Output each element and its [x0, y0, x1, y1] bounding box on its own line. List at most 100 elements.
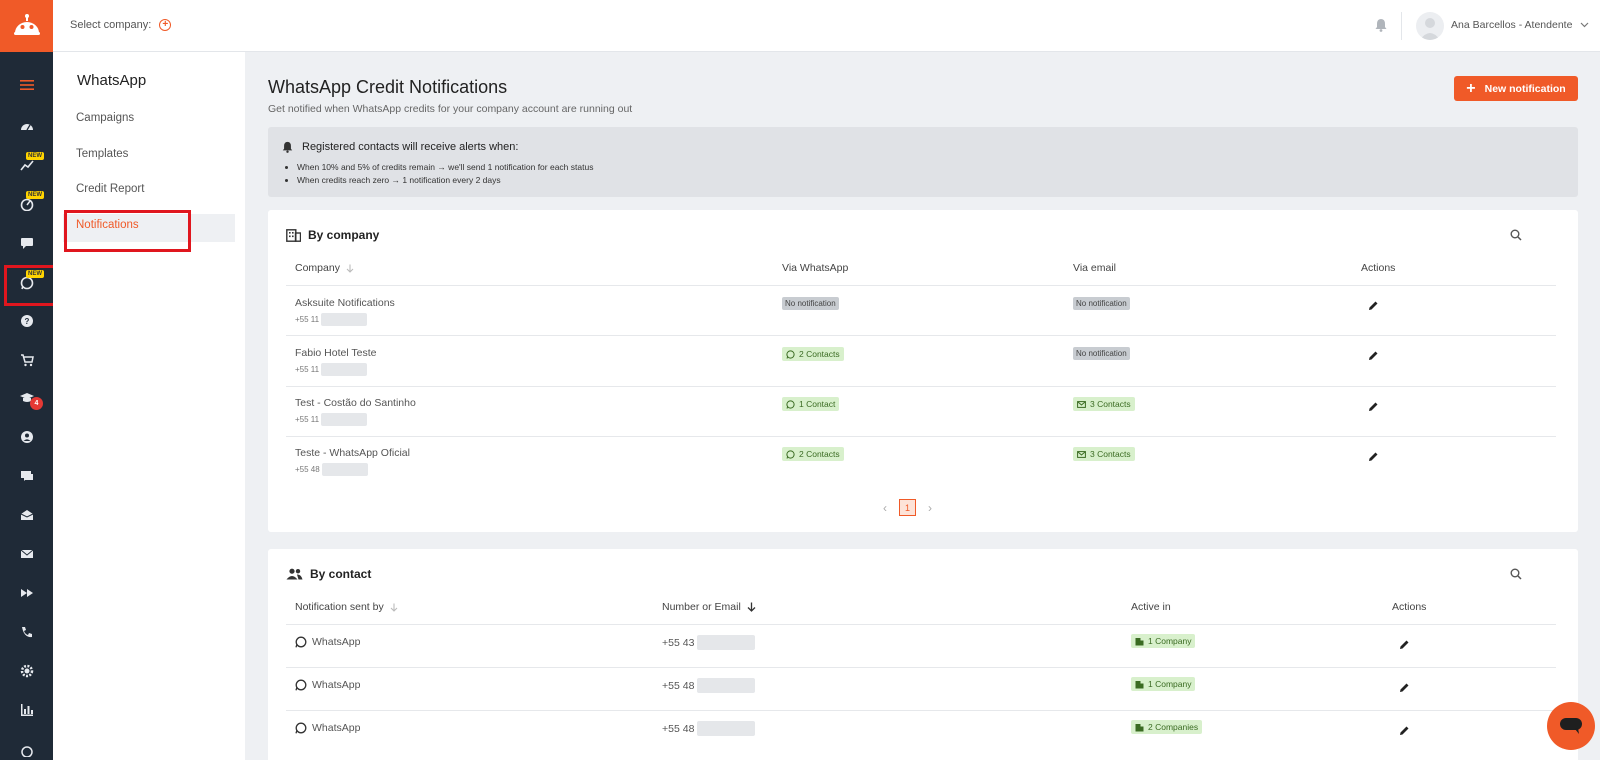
edit-icon[interactable] [1368, 300, 1379, 311]
nav-campaigns[interactable]: Campaigns [76, 112, 134, 124]
sort-arrow-icon[interactable] [747, 602, 756, 612]
column-number-or-email-label: Number or Email [662, 601, 741, 613]
chevron-down-icon[interactable] [1580, 20, 1589, 29]
next-page-icon[interactable]: › [928, 501, 932, 515]
redacted-number [321, 313, 368, 326]
redacted-number [697, 721, 756, 736]
mail-icon [1077, 450, 1086, 458]
reports-icon[interactable] [0, 695, 53, 725]
edit-icon[interactable] [1399, 639, 1410, 650]
edit-icon[interactable] [1399, 682, 1410, 693]
sent-by-label: WhatsApp [312, 722, 361, 734]
company-name: Teste - WhatsApp Oficial [295, 447, 410, 459]
whatsapp-icon [295, 679, 307, 691]
column-via-email: Via email [1073, 262, 1116, 274]
new-badge: NEW [26, 152, 44, 160]
dashboard-icon[interactable] [0, 111, 53, 141]
company-phone: +55 11 [295, 313, 368, 326]
chat-icon[interactable] [0, 461, 53, 491]
section-title: WhatsApp [77, 72, 147, 89]
help-icon[interactable]: ? [0, 306, 53, 336]
whatsapp-icon [786, 449, 795, 459]
new-notification-button[interactable]: + New notification [1454, 76, 1578, 101]
page-subtitle: Get notified when WhatsApp credits for y… [268, 103, 633, 115]
email-contacts-tag: 3 Contacts [1073, 397, 1135, 411]
info-alert: Registered contacts will receive alerts … [268, 127, 1578, 197]
prev-page-icon[interactable]: ‹ [883, 501, 887, 515]
avatar[interactable] [1416, 12, 1444, 40]
menu-toggle-icon[interactable] [0, 70, 53, 100]
by-contact-title: By contact [310, 567, 372, 581]
svg-text:?: ? [24, 317, 29, 326]
bell-icon[interactable] [1375, 18, 1387, 32]
email-contacts-label: 3 Contacts [1090, 399, 1131, 409]
plus-icon: + [1466, 79, 1476, 97]
redacted-number [321, 363, 368, 376]
company-name: Asksuite Notifications [295, 297, 395, 309]
column-actions: Actions [1392, 601, 1427, 613]
fast-forward-icon[interactable] [0, 578, 53, 608]
search-icon[interactable] [1510, 568, 1522, 580]
analytics-new-icon[interactable]: NEW [0, 150, 53, 180]
whatsapp-icon [786, 349, 795, 359]
secondary-nav: WhatsApp Campaigns Templates Credit Repo… [53, 52, 245, 760]
whatsapp-contacts-tag: 2 Contacts [782, 447, 844, 461]
robot-logo-icon [13, 14, 40, 35]
sort-arrow-icon[interactable] [346, 264, 354, 273]
page-number[interactable]: 1 [899, 499, 916, 516]
active-in-tag: 1 Company [1131, 634, 1196, 648]
search-icon[interactable] [1510, 229, 1522, 241]
divider [1401, 12, 1402, 40]
redacted-number [321, 413, 368, 426]
academy-count-badge: 4 [30, 397, 43, 410]
sent-by-label: WhatsApp [312, 679, 361, 691]
feedback-icon[interactable] [0, 228, 53, 258]
email-contacts-label: 3 Contacts [1090, 449, 1131, 459]
academy-icon[interactable]: 4 [0, 383, 53, 413]
column-sent-by[interactable]: Notification sent by [295, 601, 398, 613]
settings-icon[interactable] [0, 656, 53, 686]
column-number-or-email[interactable]: Number or Email [662, 601, 756, 613]
select-company[interactable]: Select company: + [70, 19, 172, 31]
table-row: Test - Costão do Santinho +55 11 1 Conta… [268, 386, 1578, 437]
sort-arrow-icon[interactable] [390, 603, 398, 612]
nav-templates[interactable]: Templates [76, 148, 128, 160]
column-company[interactable]: Company [295, 262, 354, 274]
cart-icon[interactable] [0, 345, 53, 375]
icon-rail: NEW NEW NEW ? 4 [0, 0, 63, 760]
edit-icon[interactable] [1368, 451, 1379, 462]
edit-icon[interactable] [1399, 725, 1410, 736]
table-row: WhatsApp +55 48 2 Companies [268, 710, 1578, 753]
phone-prefix: +55 11 [295, 315, 320, 324]
nav-credit-report[interactable]: Credit Report [76, 183, 144, 195]
by-company-title: By company [308, 228, 380, 242]
edit-icon[interactable] [1368, 401, 1379, 412]
edit-icon[interactable] [1368, 350, 1379, 361]
topbar: Select company: + Ana Barcellos - Atende… [53, 0, 1600, 52]
sent-by: WhatsApp [295, 636, 360, 648]
table-row: WhatsApp +55 48 1 Company [268, 667, 1578, 710]
whatsapp-contacts-label: 1 Contact [799, 399, 836, 409]
logo[interactable] [0, 0, 53, 52]
alert-bullet: When 10% and 5% of credits remain → we'l… [297, 161, 593, 174]
column-via-whatsapp: Via WhatsApp [782, 262, 849, 274]
inbox-icon[interactable] [0, 500, 53, 530]
table-row: Teste - WhatsApp Oficial +55 48 2 Contac… [268, 436, 1578, 487]
profile-icon[interactable] [0, 422, 53, 452]
speed-new-icon[interactable]: NEW [0, 189, 53, 219]
main-content: WhatsApp Credit Notifications Get notifi… [245, 52, 1600, 760]
whatsapp-contacts-tag: 2 Contacts [782, 347, 844, 361]
company-phone: +55 48 [295, 463, 368, 476]
chat-widget-button[interactable] [1547, 702, 1595, 750]
pagination: ‹ 1 › [883, 499, 932, 516]
phone-icon[interactable] [0, 617, 53, 647]
user-name[interactable]: Ana Barcellos - Atendente [1451, 19, 1572, 31]
company-name: Fabio Hotel Teste [295, 347, 377, 359]
sent-by: WhatsApp [295, 679, 360, 691]
add-company-icon[interactable]: + [159, 19, 172, 31]
by-contact-card: By contact Notification sent by Number o… [268, 549, 1578, 760]
more-icon[interactable] [0, 735, 53, 760]
chat-bubble-icon [1560, 718, 1582, 734]
whatsapp-contacts-label: 2 Contacts [799, 349, 840, 359]
mail-icon[interactable] [0, 539, 53, 569]
